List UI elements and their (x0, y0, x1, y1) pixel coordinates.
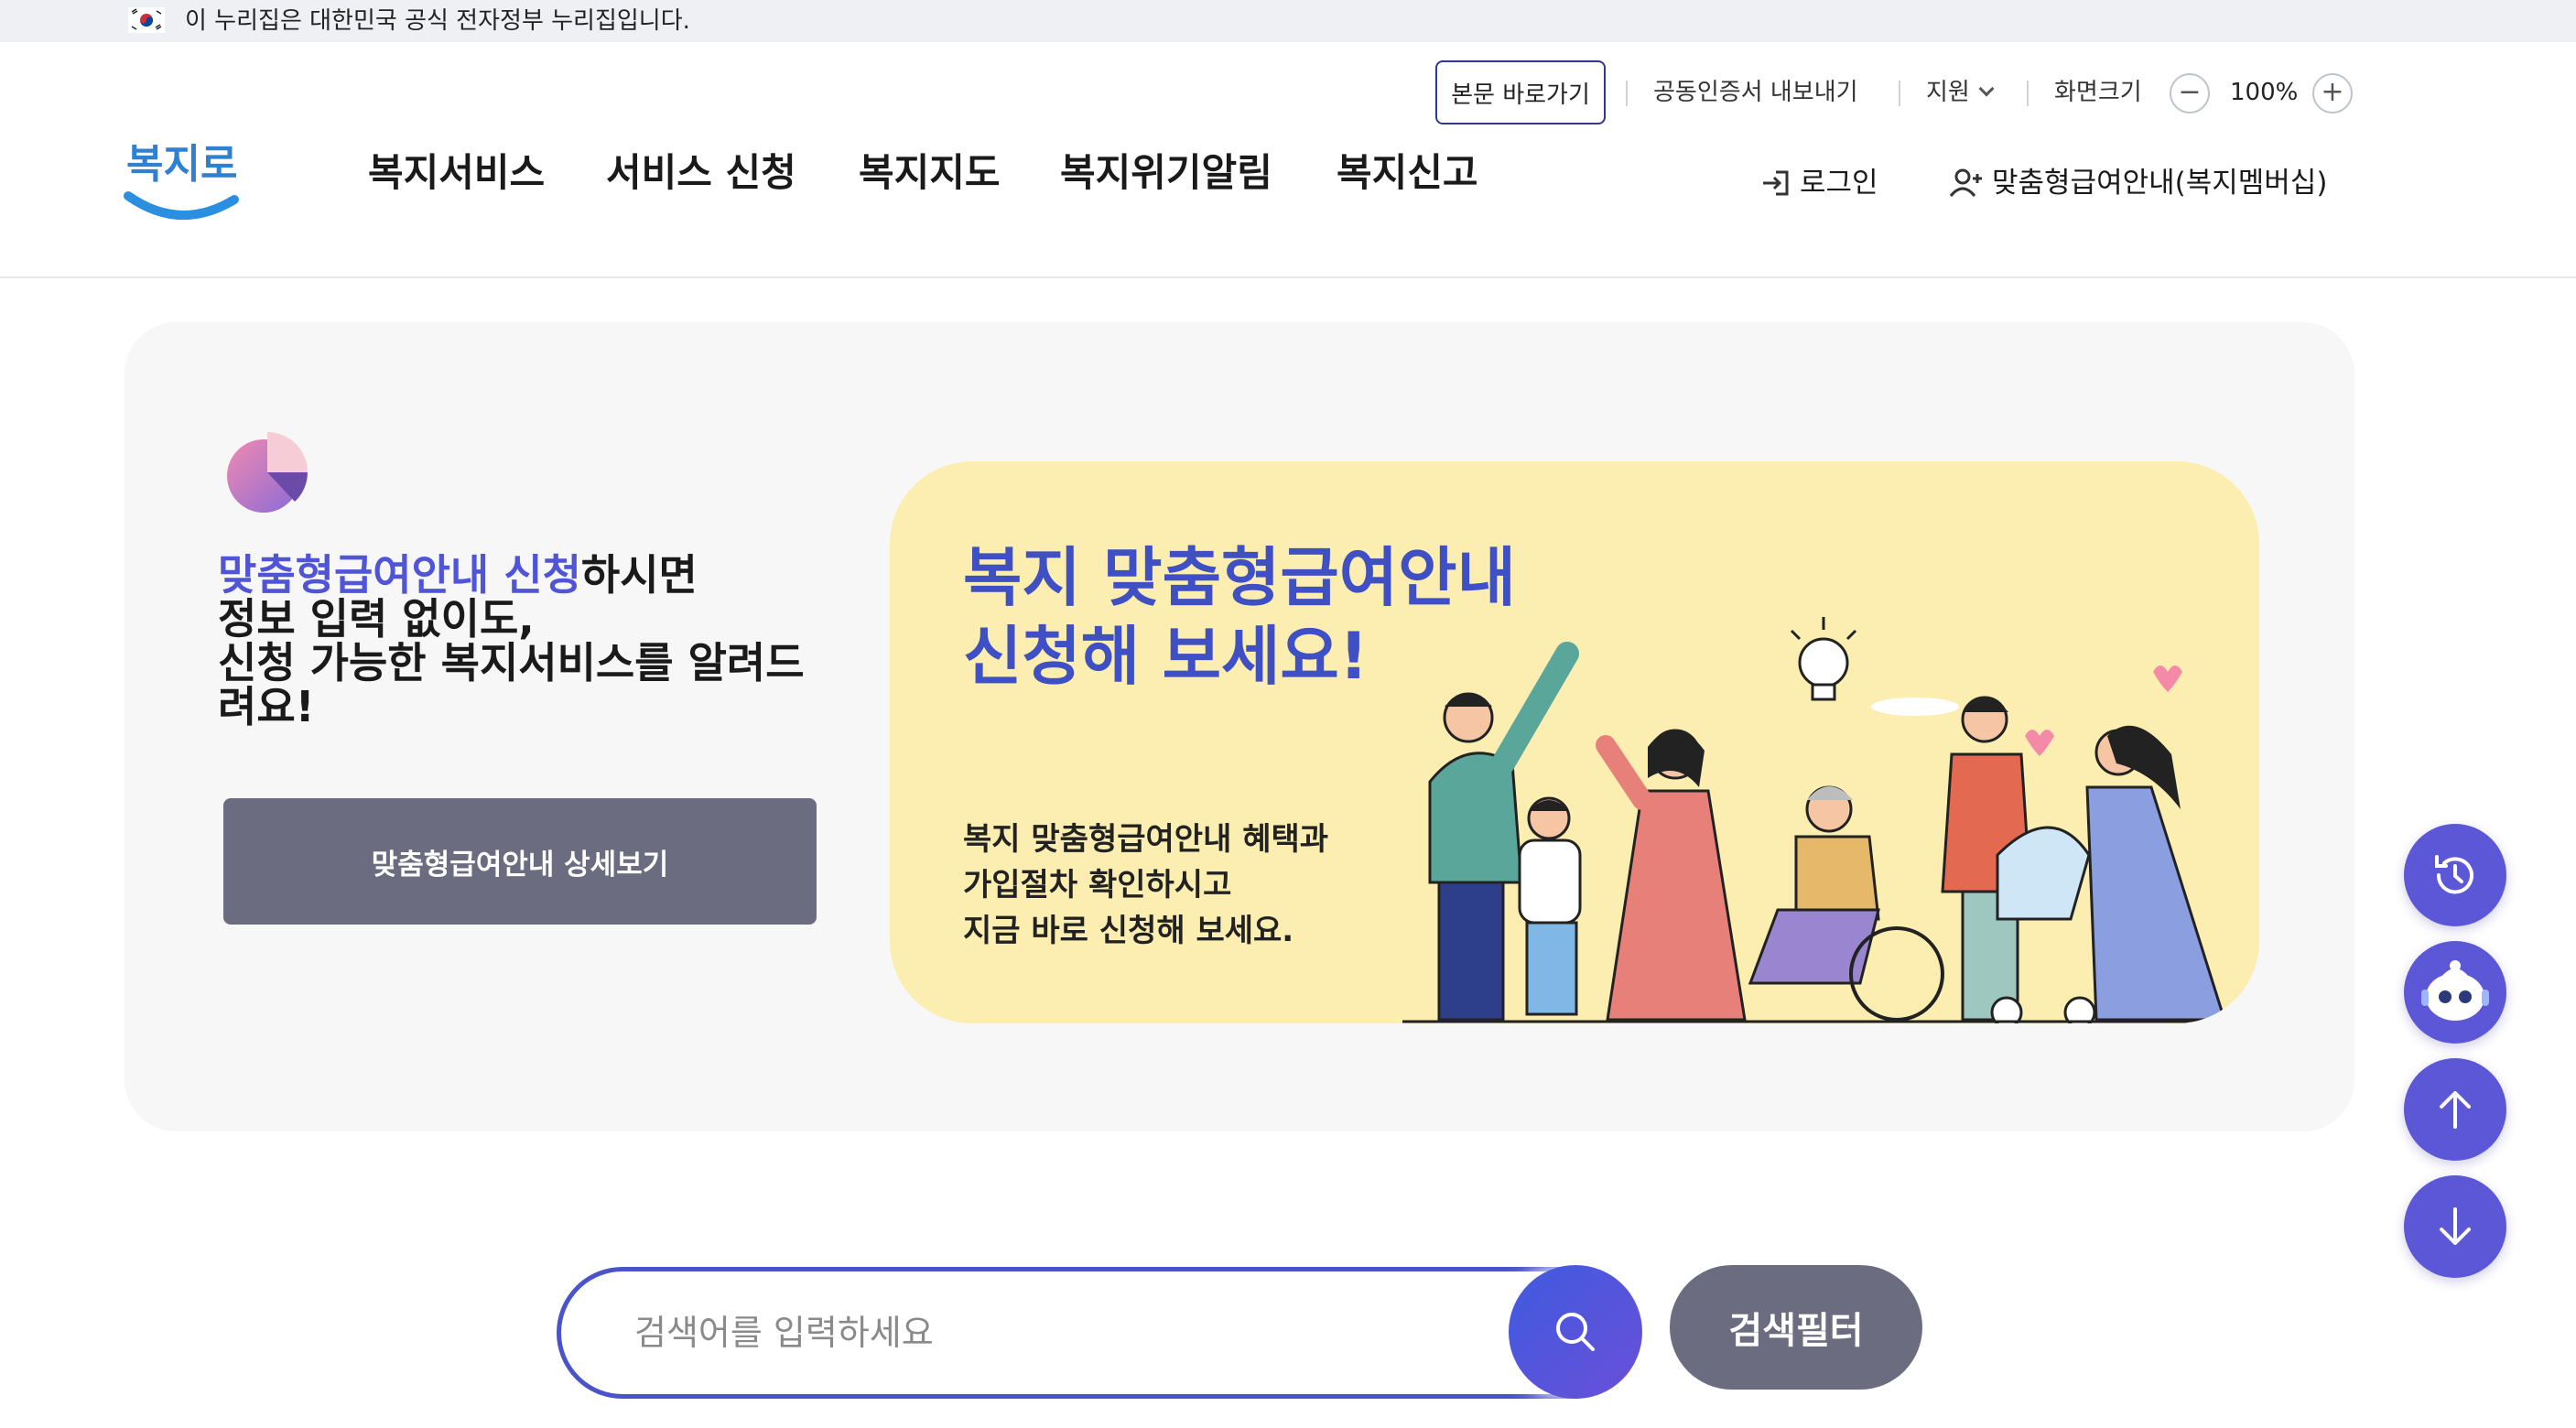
gov-banner-strip: 이 누리집은 대한민국 공식 전자정부 누리집입니다. (0, 0, 2576, 42)
login-label: 로그인 (1800, 167, 1878, 200)
banner-description: 복지 맞춤형급여안내 혜택과 가입절차 확인하시고 지금 바로 신청해 보세요. (963, 817, 1328, 954)
membership-label: 맞춤형급여안내(복지멤버십) (1992, 167, 2328, 200)
arrow-down-icon (2440, 1207, 2471, 1245)
support-menu[interactable]: 지원 (1926, 77, 1995, 108)
pie-chart-icon (227, 432, 308, 513)
membership-link[interactable]: 맞춤형급여안내(복지멤버십) (1948, 165, 2327, 201)
gov-banner-text: 이 누리집은 대한민국 공식 전자정부 누리집입니다. (185, 7, 690, 35)
search-box (557, 1267, 1640, 1399)
user-add-icon (1949, 168, 1982, 197)
banner-desc-line3: 지금 바로 신청해 보세요. (963, 913, 1294, 949)
screen-size-label: 화면크기 (2054, 79, 2142, 106)
hero-headline-part2: 정보 입력 없이도, (218, 594, 535, 644)
divider (2027, 81, 2029, 106)
chevron-down-icon (1978, 81, 1995, 97)
search-button[interactable] (1509, 1265, 1642, 1399)
arrow-up-icon (2440, 1091, 2471, 1129)
gnb-service-apply[interactable]: 서비스 신청 (606, 148, 796, 198)
login-link[interactable]: 로그인 (1759, 165, 1878, 201)
banner-title-line2: 신청해 보세요! (963, 619, 1369, 694)
search-icon (1556, 1313, 1595, 1351)
gnb-welfare-report[interactable]: 복지신고 (1337, 148, 1478, 198)
banner-desc-line2: 가입절차 확인하시고 (963, 867, 1232, 903)
divider (1626, 81, 1628, 106)
zoom-level: 100% (2230, 79, 2299, 106)
hero-headline: 맞춤형급여안내 신청하시면 정보 입력 없이도, 신청 가능한 복지서비스를 알… (218, 553, 840, 729)
chatbot-button[interactable] (2404, 941, 2506, 1044)
scroll-top-button[interactable] (2404, 1058, 2506, 1161)
bokjiro-logo[interactable]: 복지로 (121, 130, 240, 231)
site-header: 본문 바로가기 공동인증서 내보내기 지원 화면크기 − 100% + 복지로 … (0, 42, 2576, 278)
chatbot-icon (2421, 960, 2489, 1021)
zoom-out-button[interactable]: − (2170, 73, 2210, 114)
benefit-detail-button[interactable]: 맞춤형급여안내 상세보기 (223, 798, 817, 925)
search-input[interactable] (634, 1303, 1458, 1363)
lightbulb-icon (1790, 617, 1857, 701)
history-button[interactable] (2404, 824, 2506, 926)
support-label: 지원 (1926, 79, 1970, 106)
logo-text: 복지로 (126, 141, 237, 188)
family-illustration (1402, 617, 2245, 1023)
divider (1899, 81, 1900, 106)
scroll-bottom-button[interactable] (2404, 1175, 2506, 1278)
login-icon (1763, 170, 1789, 196)
korea-flag-icon (128, 7, 165, 33)
hero-headline-part3: 신청 가능한 복지서비스를 알려드려요! (218, 638, 805, 731)
hero-headline-part1: 하시면 (580, 550, 698, 600)
search-filter-button[interactable]: 검색필터 (1670, 1265, 1922, 1390)
gnb-welfare-service[interactable]: 복지서비스 (368, 148, 545, 198)
gnb-welfare-crisis-alert[interactable]: 복지위기알림 (1060, 148, 1272, 198)
gnb-welfare-map[interactable]: 복지지도 (859, 148, 1001, 198)
history-icon (2435, 855, 2473, 894)
apply-banner[interactable]: 복지 맞춤형급여안내 신청해 보세요! 복지 맞춤형급여안내 혜택과 가입절차 … (890, 461, 2259, 1023)
zoom-in-button[interactable]: + (2312, 73, 2353, 114)
skip-to-content-link[interactable]: 본문 바로가기 (1435, 60, 1606, 124)
hero-headline-highlight: 맞춤형급여안내 신청 (218, 550, 581, 600)
banner-desc-line1: 복지 맞춤형급여안내 혜택과 (963, 821, 1329, 858)
cert-export-link[interactable]: 공동인증서 내보내기 (1653, 77, 1858, 108)
